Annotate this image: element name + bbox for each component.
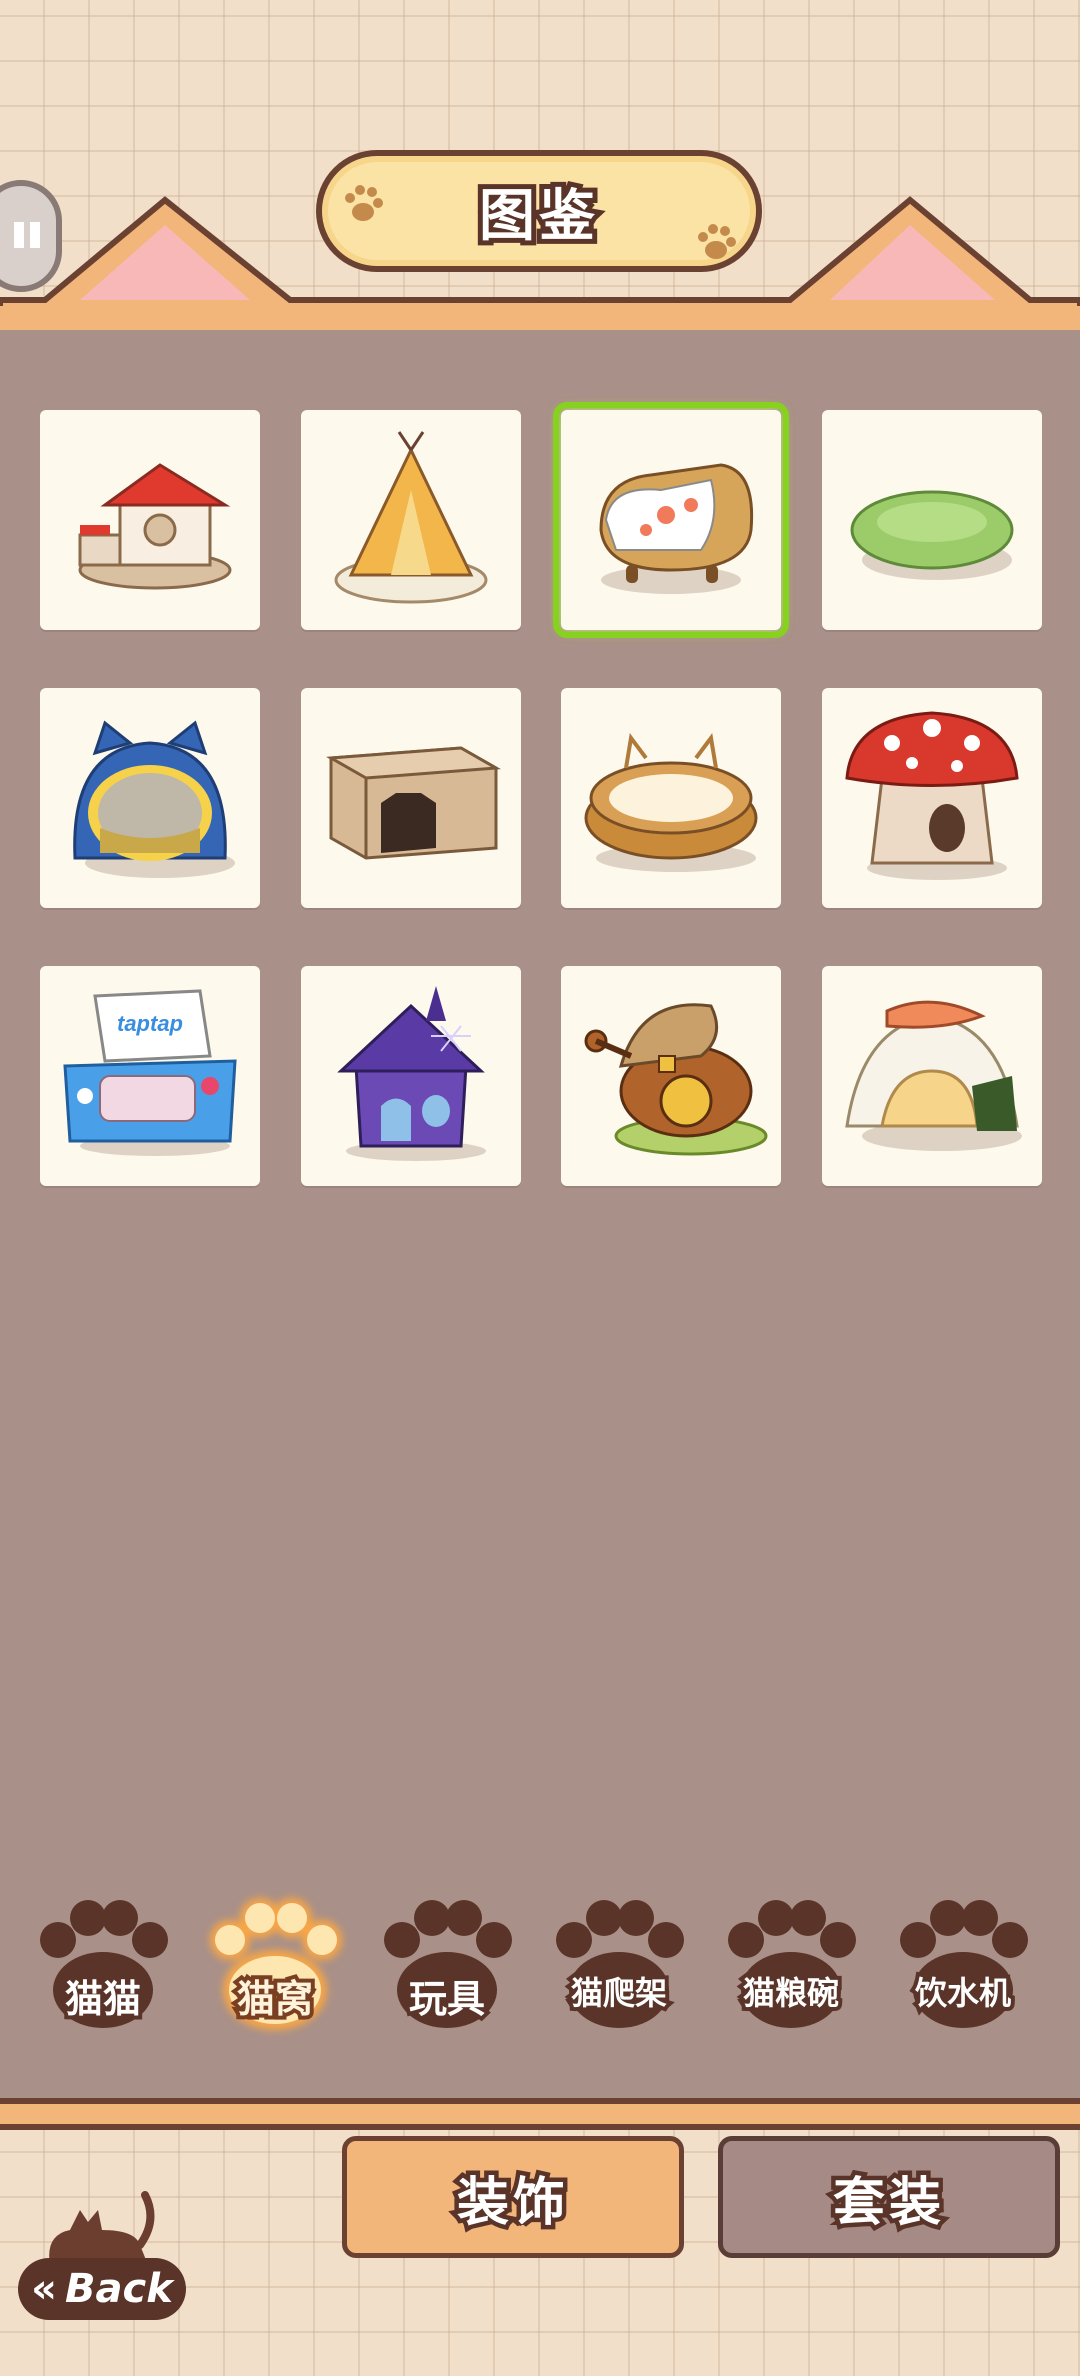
- tab-label: 玩具: [405, 1973, 489, 2025]
- paw-icon: [728, 1900, 856, 2028]
- item-haunted-house[interactable]: [301, 966, 521, 1186]
- item-acorn-house[interactable]: [561, 966, 781, 1186]
- blue-cat-dome-icon: [73, 720, 235, 878]
- item-blue-cat-dome[interactable]: [40, 688, 260, 908]
- back-button[interactable]: « Back: [18, 2258, 186, 2320]
- cardboard-box-icon: [326, 746, 501, 860]
- double-chevron-left-icon: «: [31, 2266, 58, 2312]
- item-cardboard-box[interactable]: [301, 688, 521, 908]
- set-button[interactable]: 套装: [718, 2136, 1060, 2258]
- item-taptap-console-bed[interactable]: taptap: [40, 966, 260, 1186]
- acorn-house-icon: [584, 1003, 768, 1156]
- tab-toys[interactable]: 玩具: [372, 1890, 522, 2040]
- svg-text:taptap: taptap: [117, 1011, 183, 1036]
- item-onigiri-sushi-bed[interactable]: [822, 966, 1042, 1186]
- item-mushroom-house[interactable]: [822, 688, 1042, 908]
- back-label: Back: [65, 2266, 173, 2312]
- item-tipi-tent[interactable]: [301, 410, 521, 630]
- pause-button[interactable]: [0, 180, 62, 292]
- item-red-roof-house[interactable]: [40, 410, 260, 630]
- tab-label: 猫爬架: [567, 1970, 671, 2016]
- tab-label: 饮水机: [911, 1970, 1015, 2016]
- tab-cats[interactable]: 猫猫: [28, 1890, 178, 2040]
- tipi-tent-icon: [334, 431, 488, 604]
- decor-button[interactable]: 装饰: [342, 2136, 684, 2258]
- footer-divider: [0, 2098, 1080, 2130]
- tab-cat-beds[interactable]: 猫窝: [200, 1890, 350, 2040]
- wicker-chair-bed-icon: [599, 463, 754, 594]
- tab-label: 猫猫: [61, 1973, 145, 2025]
- header-area: 图鉴: [0, 0, 1080, 337]
- tab-cat-trees[interactable]: 猫爬架: [544, 1890, 694, 2040]
- haunted-house-icon: [337, 986, 486, 1161]
- tab-water-fountains[interactable]: 饮水机: [888, 1890, 1038, 2040]
- item-wicker-chair-bed[interactable]: [553, 402, 789, 638]
- green-round-bed-icon: [850, 490, 1014, 580]
- paw-icon: [556, 1900, 684, 2028]
- onigiri-sushi-bed-icon: [845, 1000, 1022, 1151]
- item-woven-basket-bed[interactable]: [561, 688, 781, 908]
- red-roof-house-icon: [78, 463, 232, 590]
- page-title: 图鉴: [474, 179, 600, 254]
- taptap-console-bed-icon: taptap: [63, 989, 237, 1156]
- cat-silhouette-icon: [49, 2191, 155, 2265]
- paw-icon: [900, 1900, 1028, 2028]
- tab-food-bowls[interactable]: 猫粮碗: [716, 1890, 866, 2040]
- woven-basket-bed-icon: [584, 733, 758, 872]
- tab-label: 猫窝: [233, 1973, 317, 2025]
- item-green-round-bed[interactable]: [822, 410, 1042, 630]
- mushroom-house-icon: [845, 711, 1019, 880]
- tab-label: 猫粮碗: [739, 1970, 843, 2016]
